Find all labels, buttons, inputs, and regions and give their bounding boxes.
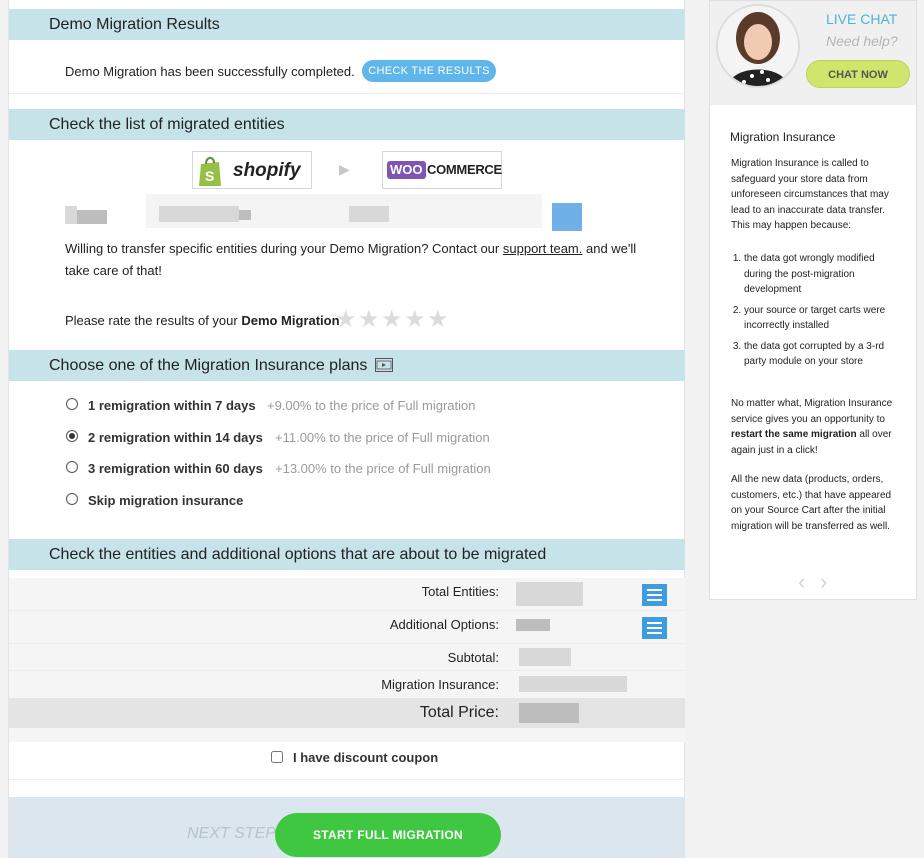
star-icon[interactable]: ★ bbox=[381, 305, 403, 334]
insurance-option-label: 1 remigration within 7 days bbox=[88, 398, 256, 413]
start-full-migration-button[interactable]: START FULL MIGRATION bbox=[275, 813, 501, 857]
total-price-value bbox=[519, 703, 579, 723]
sidebar-paragraph-3: All the new data (products, orders, cust… bbox=[731, 474, 892, 532]
insurance-option-price: +13.00% to the price of Full migration bbox=[275, 461, 491, 476]
sidebar-intro: Migration Insurance is called to safegua… bbox=[731, 158, 889, 231]
redacted-entity-icon bbox=[552, 203, 582, 231]
insurance-option-label: Skip migration insurance bbox=[88, 493, 244, 508]
insurance-option-label: 2 remigration within 14 days bbox=[88, 430, 263, 445]
arrow-right-icon: ▶ bbox=[339, 161, 350, 177]
skip-insurance-radio[interactable] bbox=[66, 493, 78, 505]
support-agent-avatar bbox=[716, 4, 800, 88]
video-icon[interactable] bbox=[374, 358, 393, 372]
demo-results-title: Demo Migration Results bbox=[49, 16, 220, 33]
sidebar-title: Migration Insurance bbox=[730, 130, 836, 144]
rate-label-bold: Demo Migration bbox=[241, 313, 340, 328]
entities-header: Check the list of migrated entities bbox=[9, 109, 685, 140]
divider bbox=[9, 93, 685, 94]
divider bbox=[9, 779, 685, 780]
discount-coupon-label[interactable]: I have discount coupon bbox=[293, 750, 438, 765]
woo-badge: WOO bbox=[387, 161, 426, 179]
check-results-button[interactable]: CHECK THE RESULTS bbox=[362, 60, 496, 82]
options-list-button[interactable] bbox=[642, 617, 667, 639]
chevron-right-icon[interactable]: › bbox=[820, 569, 827, 595]
para2-start: No matter what, Migration Insurance serv… bbox=[731, 398, 893, 425]
total-entities-value bbox=[516, 582, 583, 606]
divider bbox=[9, 670, 685, 671]
agent-photo bbox=[718, 6, 798, 86]
willing-text-end: and we'll bbox=[582, 241, 637, 256]
redacted-entity bbox=[239, 210, 251, 220]
migration-insurance-value bbox=[519, 676, 627, 692]
divider bbox=[9, 610, 685, 611]
reason-item: the data got corrupted by a 3-rd party m… bbox=[744, 339, 904, 370]
insurance-title: Choose one of the Migration Insurance pl… bbox=[49, 357, 368, 374]
entities-title: Check the list of migrated entities bbox=[49, 116, 285, 133]
total-entities-label: Total Entities: bbox=[421, 584, 499, 599]
insurance-14-days-radio[interactable] bbox=[66, 430, 78, 442]
main-panel: Demo Migration Results Demo Migration ha… bbox=[8, 0, 685, 858]
additional-options-value bbox=[516, 619, 550, 631]
divider bbox=[9, 643, 685, 644]
svg-text:S: S bbox=[205, 168, 214, 184]
subtotal-value bbox=[519, 648, 571, 666]
redacted-entity bbox=[65, 206, 77, 224]
para2-bold: restart the same migration bbox=[731, 429, 857, 440]
insurance-option-price: +9.00% to the price of Full migration bbox=[267, 398, 476, 413]
sidebar-paragraph-2: No matter what, Migration Insurance serv… bbox=[731, 396, 903, 458]
rate-text: Please rate the results of your Demo Mig… bbox=[65, 313, 340, 328]
insurance-60-days-radio[interactable] bbox=[66, 461, 78, 473]
woocommerce-logo: WOO COMMERCE bbox=[382, 151, 502, 189]
subtotal-label: Subtotal: bbox=[447, 650, 499, 665]
live-chat-block: LIVE CHAT Need help? CHAT NOW bbox=[710, 1, 916, 105]
star-icon[interactable]: ★ bbox=[404, 305, 426, 334]
discount-coupon-checkbox[interactable] bbox=[271, 751, 283, 763]
commerce-text: COMMERCE bbox=[427, 162, 502, 177]
shopify-logo: S shopify bbox=[192, 151, 312, 189]
summary-header: Check the entities and additional option… bbox=[9, 539, 685, 570]
support-team-link[interactable]: support team. bbox=[503, 241, 583, 256]
willing-text: Willing to transfer specific entities du… bbox=[65, 241, 500, 256]
star-icon[interactable]: ★ bbox=[335, 305, 357, 334]
chat-now-button[interactable]: CHAT NOW bbox=[806, 60, 910, 88]
take-care-text: take care of that! bbox=[65, 263, 162, 278]
redacted-entity bbox=[159, 206, 239, 222]
next-step-label: NEXT STEP bbox=[187, 825, 276, 842]
redacted-entity bbox=[349, 206, 389, 222]
summary-title: Check the entities and additional option… bbox=[49, 546, 547, 563]
star-icon[interactable]: ★ bbox=[427, 305, 449, 334]
reason-item: your source or target carts were incorre… bbox=[744, 303, 904, 334]
chevron-left-icon[interactable]: ‹ bbox=[798, 569, 805, 595]
rate-label: Please rate the results of your bbox=[65, 313, 238, 328]
contact-support-text: Willing to transfer specific entities du… bbox=[65, 241, 636, 256]
insurance-header: Choose one of the Migration Insurance pl… bbox=[9, 350, 685, 381]
star-icon[interactable]: ★ bbox=[358, 305, 380, 334]
entities-list-button[interactable] bbox=[642, 584, 667, 606]
insurance-7-days-radio[interactable] bbox=[66, 398, 78, 410]
insurance-reasons-list: the data got wrongly modified during the… bbox=[731, 251, 904, 370]
migration-insurance-label: Migration Insurance: bbox=[381, 677, 499, 692]
redacted-entity bbox=[77, 210, 107, 224]
insurance-option-price: +11.00% to the price of Full migration bbox=[275, 430, 490, 445]
demo-results-header: Demo Migration Results bbox=[9, 9, 685, 40]
total-price-label: Total Price: bbox=[419, 704, 499, 721]
demo-success-message: Demo Migration has been successfully com… bbox=[65, 64, 355, 79]
need-help-text: Need help? bbox=[826, 33, 898, 49]
additional-options-label: Additional Options: bbox=[389, 617, 499, 632]
shopify-logo-text: shopify bbox=[233, 160, 301, 181]
sidebar-panel: LIVE CHAT Need help? CHAT NOW Migration … bbox=[709, 0, 917, 600]
reason-item: the data got wrongly modified during the… bbox=[744, 251, 904, 298]
live-chat-title: LIVE CHAT bbox=[826, 11, 898, 27]
insurance-option-label: 3 remigration within 60 days bbox=[88, 461, 263, 476]
